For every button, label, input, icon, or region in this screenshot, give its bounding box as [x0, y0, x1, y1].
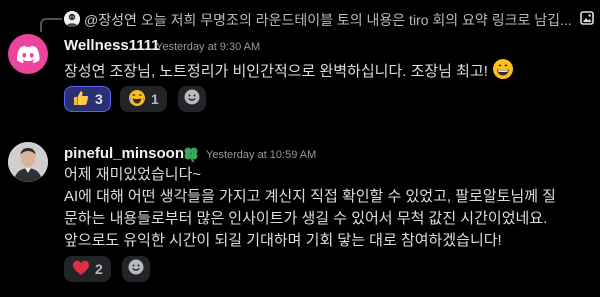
- reaction-count: 1: [151, 91, 159, 107]
- reply-author-name[interactable]: @장성연: [84, 10, 137, 30]
- thumbs-up-icon: [72, 89, 90, 110]
- reply-preview[interactable]: @장성연 오늘 저희 무명조의 라운드테이블 토의 내용은 tiro 회의 요약…: [40, 8, 596, 32]
- add-emoji-icon: [183, 88, 201, 111]
- reaction-thumbs-up[interactable]: 3: [64, 86, 111, 112]
- red-heart-icon: [72, 259, 90, 280]
- reply-connector-line: [40, 18, 62, 32]
- user-photo-icon: [8, 142, 48, 182]
- reaction-heart[interactable]: 2: [64, 256, 111, 282]
- joy-face-icon: [128, 89, 146, 110]
- message-username[interactable]: Wellness1111: [64, 37, 160, 54]
- message-line: 문하는 내용들로부터 많은 인사이트가 생길 수 있어서 무척 값진 시간이었네…: [64, 210, 548, 227]
- grinning-emoji-icon: [492, 58, 514, 87]
- image-icon: [580, 11, 594, 25]
- add-reaction-button[interactable]: [122, 256, 150, 282]
- message-timestamp: Yesterday at 9:30 AM: [156, 41, 261, 53]
- add-reaction-button[interactable]: [178, 86, 206, 112]
- user-avatar[interactable]: [8, 142, 48, 182]
- message-username[interactable]: pineful_minsoon: [64, 145, 184, 162]
- message-timestamp: Yesterday at 10:59 AM: [206, 149, 317, 161]
- message-line: 앞으로도 유익한 시간이 되길 기대하며 기회 닿는 대로 참여하겠습니다!: [64, 232, 502, 249]
- reply-author-avatar[interactable]: [64, 11, 80, 27]
- reaction-count: 2: [95, 261, 103, 277]
- user-avatar[interactable]: [8, 34, 48, 74]
- discord-logo-icon: [17, 45, 40, 64]
- add-emoji-icon: [127, 258, 145, 281]
- message-text: 장성연 조장님, 노트정리가 비인간적으로 완벽하십니다. 조장님 최고!: [64, 58, 514, 87]
- message-line: AI에 대해 어떤 생각들을 가지고 계신지 직접 확인할 수 있었고, 팔로알…: [64, 188, 556, 205]
- reply-text-preview[interactable]: 오늘 저희 무명조의 라운드테이블 토의 내용은 tiro 회의 요약 링크로 …: [141, 10, 573, 30]
- reaction-count: 3: [95, 91, 103, 107]
- message-line: 장성연 조장님, 노트정리가 비인간적으로 완벽하십니다. 조장님 최고!: [64, 63, 488, 80]
- message-line: 어제 재미있었습니다~: [64, 166, 202, 183]
- reaction-joy[interactable]: 1: [120, 86, 167, 112]
